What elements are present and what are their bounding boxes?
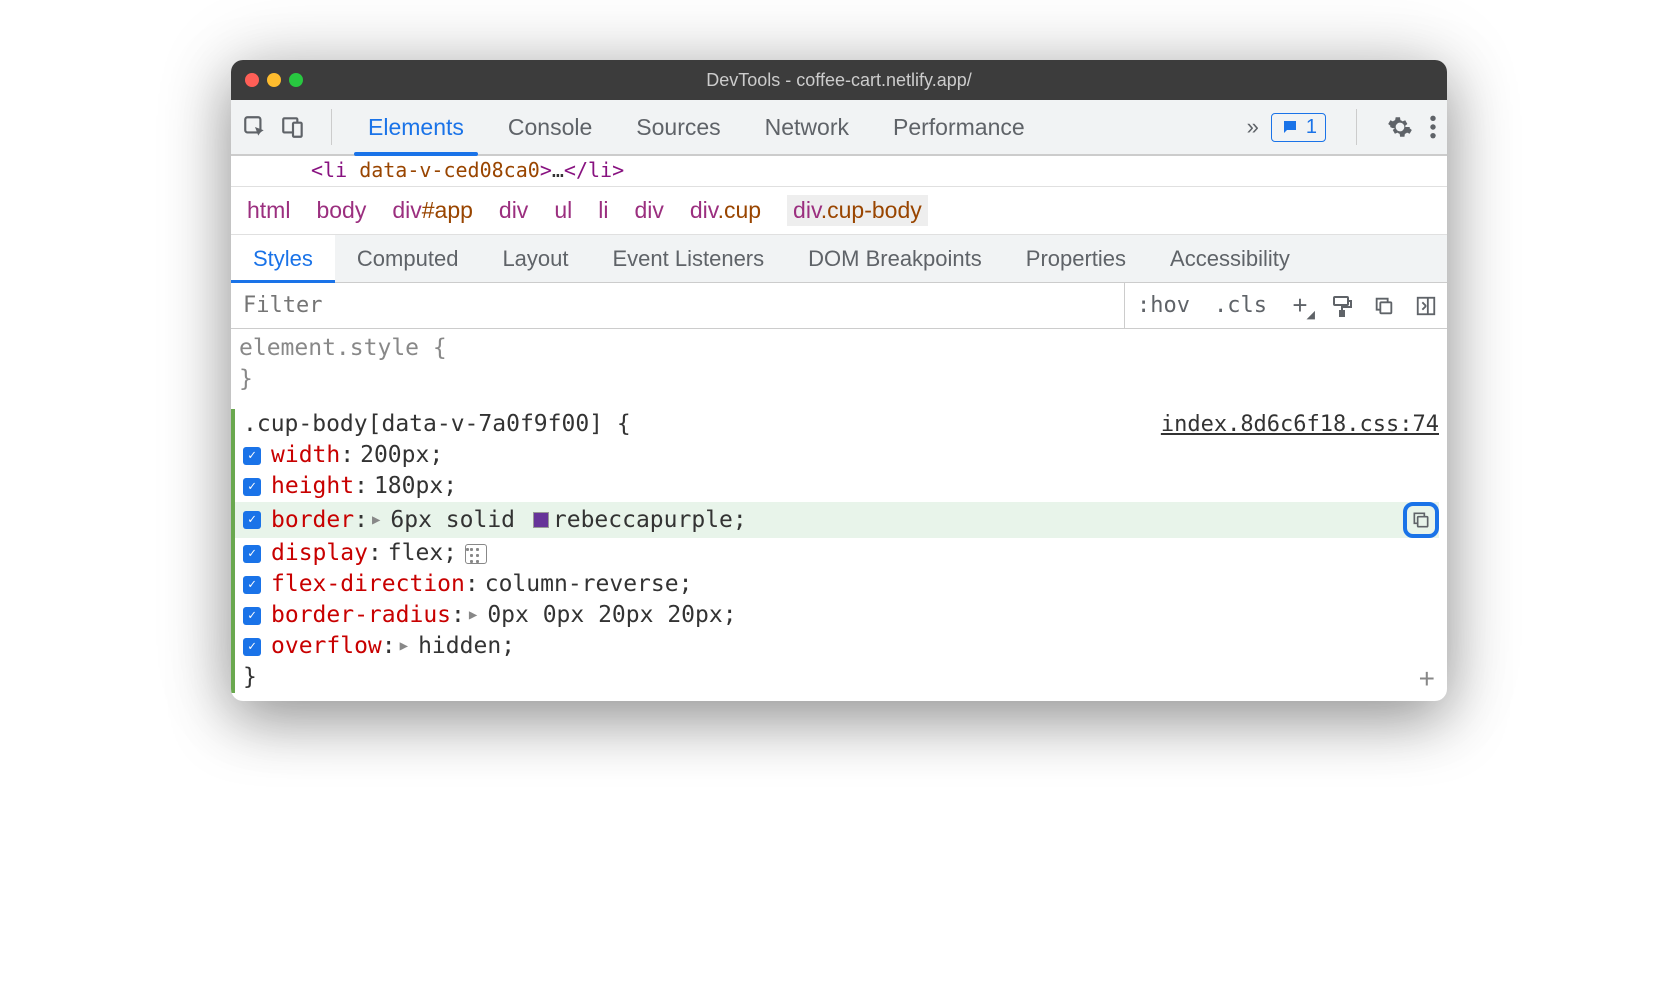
subtab-event-listeners[interactable]: Event Listeners	[591, 235, 787, 282]
issues-badge[interactable]: 1	[1271, 113, 1326, 142]
tab-performance[interactable]: Performance	[871, 100, 1047, 154]
tab-sources[interactable]: Sources	[614, 100, 742, 154]
css-property: display	[271, 538, 368, 569]
device-toolbar-icon[interactable]	[279, 113, 307, 141]
breadcrumb-item[interactable]: body	[316, 197, 366, 224]
css-property: height	[271, 471, 354, 502]
zoom-window-button[interactable]	[289, 73, 303, 87]
breadcrumb-item[interactable]: div#app	[392, 197, 473, 224]
breadcrumb-item[interactable]: div.cup-body	[787, 195, 928, 226]
dom-tree-line[interactable]: <li data-v-ced08ca0>…</li>	[231, 156, 1447, 187]
copy-styles-icon[interactable]	[1371, 293, 1397, 319]
subtab-layout[interactable]: Layout	[480, 235, 590, 282]
main-toolbar: ElementsConsoleSourcesNetworkPerformance…	[231, 100, 1447, 156]
css-value: 200px;	[360, 440, 443, 471]
minimize-window-button[interactable]	[267, 73, 281, 87]
subtab-computed[interactable]: Computed	[335, 235, 481, 282]
css-declaration[interactable]: ✓display:flex;	[235, 538, 1439, 569]
css-declaration[interactable]: ✓width:200px;	[235, 440, 1439, 471]
color-swatch[interactable]	[533, 512, 549, 528]
titlebar: DevTools - coffee-cart.netlify.app/	[231, 60, 1447, 100]
separator	[1356, 109, 1357, 145]
css-value: hidden;	[418, 631, 515, 662]
more-tabs-icon[interactable]: »	[1235, 114, 1271, 140]
css-value: 0px 0px 20px 20px;	[487, 600, 736, 631]
css-value: column-reverse;	[485, 569, 693, 600]
main-tabs: ElementsConsoleSourcesNetworkPerformance	[346, 100, 1235, 154]
copy-declaration-icon[interactable]	[1403, 502, 1439, 538]
css-property: overflow	[271, 631, 382, 662]
inspect-element-icon[interactable]	[241, 113, 269, 141]
expand-icon[interactable]: ▶	[372, 511, 380, 530]
toggle-checkbox[interactable]: ✓	[243, 511, 261, 529]
tab-console[interactable]: Console	[486, 100, 614, 154]
settings-icon[interactable]	[1387, 114, 1413, 140]
css-property: width	[271, 440, 340, 471]
subtab-styles[interactable]: Styles	[231, 235, 335, 282]
filter-input[interactable]	[231, 293, 1124, 318]
rule-source-link[interactable]: index.8d6c6f18.css:74	[1161, 410, 1439, 440]
subtab-dom-breakpoints[interactable]: DOM Breakpoints	[786, 235, 1004, 282]
breadcrumbs: htmlbodydiv#appdivullidivdiv.cupdiv.cup-…	[231, 187, 1447, 235]
cls-button[interactable]: .cls	[1202, 293, 1279, 318]
window-title: DevTools - coffee-cart.netlify.app/	[231, 70, 1447, 91]
breadcrumb-item[interactable]: html	[247, 197, 290, 224]
styles-paint-icon[interactable]	[1329, 293, 1355, 319]
toggle-checkbox[interactable]: ✓	[243, 478, 261, 496]
kebab-menu-icon[interactable]	[1429, 114, 1437, 140]
add-rule-icon[interactable]: +	[1419, 663, 1435, 695]
expand-icon[interactable]: ▶	[469, 606, 477, 625]
css-value: flex;	[388, 538, 457, 569]
css-declaration[interactable]: ✓border-radius:▶0px 0px 20px 20px;	[235, 600, 1439, 631]
css-declaration[interactable]: ✓height:180px;	[235, 471, 1439, 502]
breadcrumb-item[interactable]: li	[598, 197, 608, 224]
toggle-checkbox[interactable]: ✓	[243, 447, 261, 465]
css-value: 180px;	[374, 471, 457, 502]
breadcrumb-item[interactable]: ul	[554, 197, 572, 224]
new-style-rule-icon[interactable]: +◢	[1287, 293, 1313, 319]
breadcrumb-item[interactable]: div	[634, 197, 663, 224]
styles-subtabs: StylesComputedLayoutEvent ListenersDOM B…	[231, 235, 1447, 283]
separator	[331, 109, 332, 145]
css-declaration[interactable]: ✓overflow:▶hidden;	[235, 631, 1439, 662]
breadcrumb-item[interactable]: div	[499, 197, 528, 224]
css-value: 6px solid rebeccapurple;	[390, 505, 746, 536]
expand-icon[interactable]: ▶	[400, 637, 408, 656]
devtools-window: DevTools - coffee-cart.netlify.app/ Elem…	[231, 60, 1447, 701]
element-style-rule[interactable]: element.style { }	[239, 333, 1439, 395]
breadcrumb-item[interactable]: div.cup	[690, 197, 761, 224]
computed-sidebar-icon[interactable]	[1413, 293, 1439, 319]
subtab-accessibility[interactable]: Accessibility	[1148, 235, 1312, 282]
css-property: border	[271, 505, 354, 536]
window-controls	[245, 73, 303, 87]
hov-button[interactable]: :hov	[1125, 293, 1202, 318]
css-declaration[interactable]: ✓border:▶6px solid rebeccapurple;	[235, 502, 1439, 538]
tab-network[interactable]: Network	[743, 100, 871, 154]
toggle-checkbox[interactable]: ✓	[243, 607, 261, 625]
css-declaration[interactable]: ✓flex-direction:column-reverse;	[235, 569, 1439, 600]
close-window-button[interactable]	[245, 73, 259, 87]
toggle-checkbox[interactable]: ✓	[243, 576, 261, 594]
toggle-checkbox[interactable]: ✓	[243, 638, 261, 656]
css-property: flex-direction	[271, 569, 465, 600]
css-property: border-radius	[271, 600, 451, 631]
styles-filter-bar: :hov .cls +◢	[231, 283, 1447, 329]
subtab-properties[interactable]: Properties	[1004, 235, 1148, 282]
css-rule: .cup-body[data-v-7a0f9f00] { index.8d6c6…	[231, 409, 1439, 693]
tab-elements[interactable]: Elements	[346, 100, 486, 154]
styles-pane: element.style { } .cup-body[data-v-7a0f9…	[231, 329, 1447, 701]
toggle-checkbox[interactable]: ✓	[243, 545, 261, 563]
flex-editor-icon[interactable]	[465, 544, 487, 564]
rule-selector[interactable]: .cup-body[data-v-7a0f9f00] {	[235, 409, 631, 440]
issues-count: 1	[1306, 116, 1317, 139]
